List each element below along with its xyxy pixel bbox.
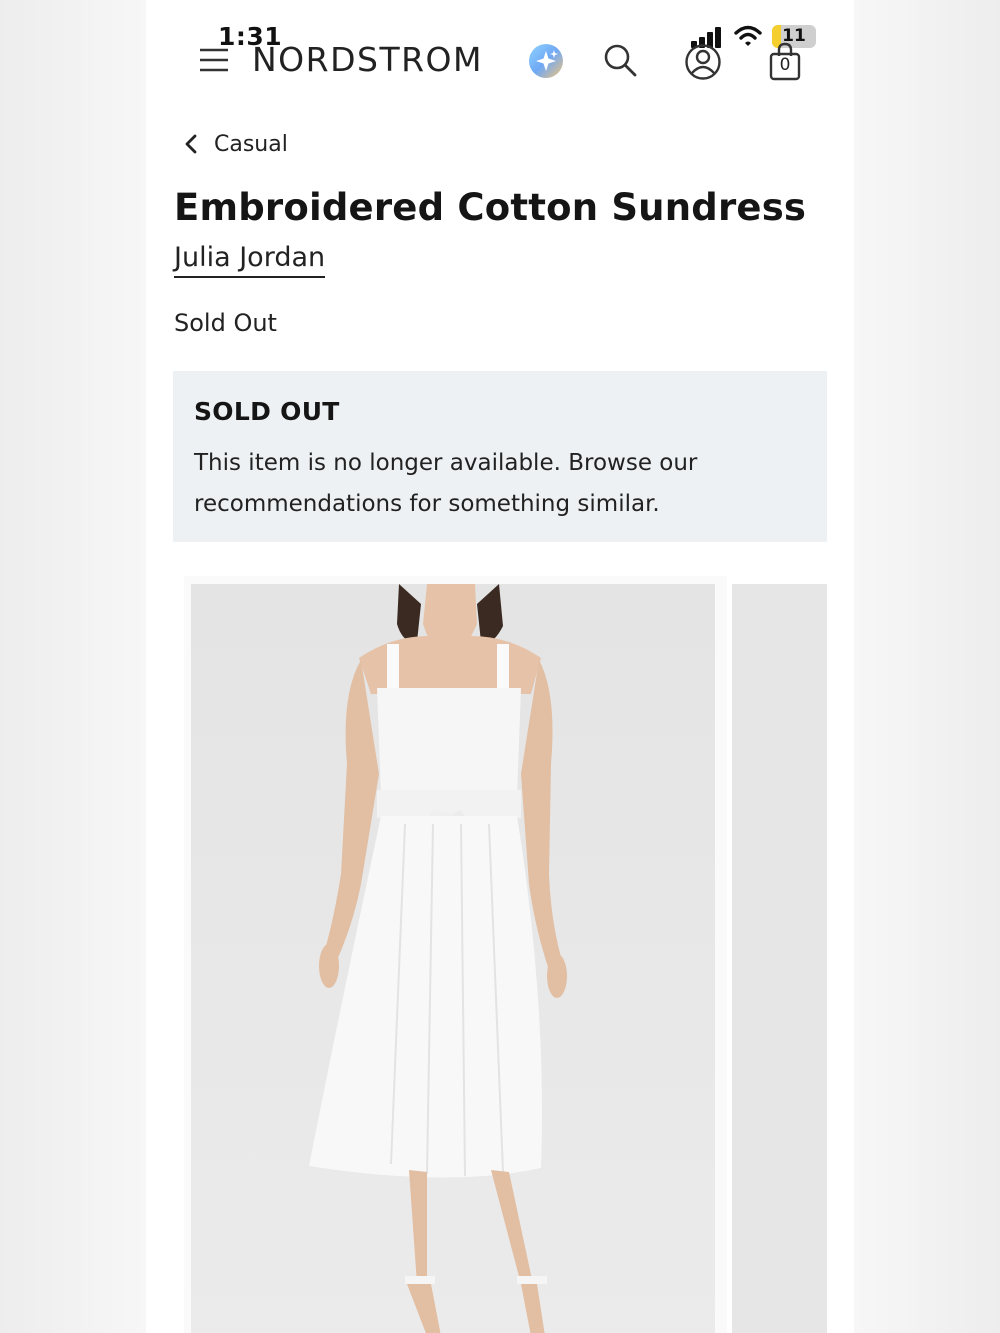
price-status: Sold Out (174, 309, 277, 337)
wifi-icon (734, 25, 762, 46)
bag-count: 0 (779, 55, 791, 75)
dress-model-illustration (191, 584, 715, 1333)
sold-out-notice: SOLD OUT This item is no longer availabl… (173, 371, 827, 542)
ai-sparkle-icon[interactable] (527, 42, 565, 80)
back-link-label: Casual (214, 131, 288, 157)
nordstrom-logo[interactable]: NORDSTROM (252, 40, 483, 79)
notice-body: This item is no longer available. Browse… (194, 450, 698, 517)
search-icon[interactable] (602, 42, 638, 78)
brand-link[interactable]: Julia Jordan (174, 242, 326, 278)
backdrop-right (854, 0, 1000, 1333)
product-image[interactable] (191, 584, 715, 1333)
menu-icon[interactable] (198, 44, 230, 76)
notice-title: SOLD OUT (194, 397, 340, 426)
phone-screen: 1:31 11 NORDSTROM 0 Casual Embroidered C… (146, 0, 854, 1333)
chevron-left-icon (185, 134, 197, 154)
product-title: Embroidered Cotton Sundress (174, 186, 807, 229)
backdrop-left (0, 0, 146, 1333)
bag-icon[interactable]: 0 (768, 42, 802, 82)
account-icon[interactable] (684, 43, 722, 81)
back-link[interactable]: Casual (182, 128, 288, 160)
next-product-image[interactable] (732, 584, 827, 1333)
